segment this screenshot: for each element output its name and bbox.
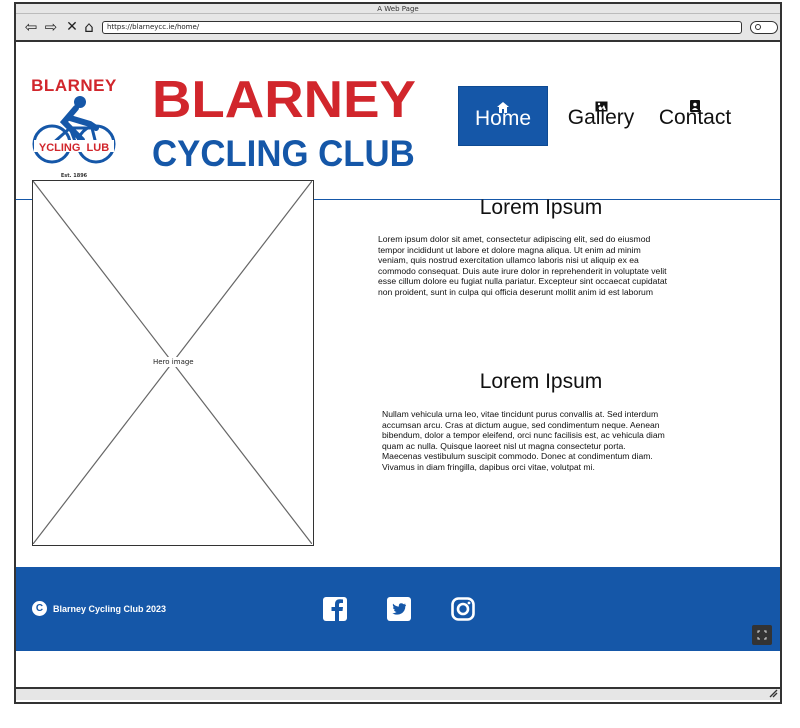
- search-field[interactable]: [750, 21, 778, 34]
- url-bar[interactable]: https://blarneycc.ie/home/: [102, 21, 742, 34]
- text-line: bibendum, dolor a tempor eleifend, orci …: [382, 430, 665, 441]
- browser-status-bar: [16, 687, 780, 700]
- text-line: accumsan arcu. Cras at dictum augue, sed…: [382, 419, 660, 430]
- club-logo[interactable]: BLARNEY YCLING LUB Est. 1896: [28, 76, 120, 186]
- window-title: A Web Page: [16, 4, 780, 14]
- fullscreen-button[interactable]: [752, 625, 772, 645]
- logo-ring-text: YCLING LUB: [38, 142, 110, 154]
- contact-card-icon: [650, 86, 740, 112]
- stop-icon[interactable]: ✕: [63, 18, 81, 36]
- text-line: Nullam vehicula urna leo, vitae tincidun…: [382, 409, 659, 419]
- text-line: esse cillum dolore eu fugiat nulla paria…: [378, 276, 668, 287]
- text-line: Maecenas vestibulum suscipit commodo. Do…: [382, 451, 653, 462]
- text-line: non proident, sunt in culpa qui officia …: [378, 286, 653, 297]
- text-line: Lorem ipsum dolor sit amet, consectetur …: [378, 234, 651, 244]
- nav-contact-label: Contact: [658, 106, 732, 129]
- search-icon: [755, 24, 761, 30]
- text-line: commodo consequat. Duis aute irure dolor…: [378, 265, 667, 276]
- forward-arrow-icon[interactable]: ⇨: [42, 18, 60, 36]
- site-header: BLARNEY YCLING LUB Est. 1896 BLARNEY CYC…: [16, 44, 780, 200]
- nav-contact[interactable]: Contact: [650, 86, 740, 146]
- nav-home-label: Home: [474, 107, 532, 130]
- home-icon: [459, 87, 547, 113]
- expand-icon: [757, 630, 767, 640]
- cyclist-logo-icon: [32, 96, 116, 164]
- logo-top-text: BLARNEY: [31, 76, 117, 95]
- nav-gallery[interactable]: Gallery: [556, 86, 646, 146]
- resize-grip-icon[interactable]: [768, 688, 778, 698]
- twitter-icon[interactable]: [386, 596, 412, 622]
- text-line: tempor incididunt ut labore et dolore ma…: [378, 244, 641, 255]
- browser-window: A Web Page ⇦ ⇨ ✕ ⌂ https://blarneycc.ie/…: [14, 2, 782, 704]
- section-body: Lorem ipsum dolor sit amet, consectetur …: [378, 234, 667, 298]
- copyright-text: Blarney Cycling Club 2023: [53, 603, 167, 614]
- brand-title: BLARNEY: [152, 71, 416, 129]
- text-line: veniam, quis nostrud exercitation ullamc…: [378, 255, 639, 266]
- hero-image: Hero image: [32, 180, 314, 546]
- section-heading: Lorem Ipsum: [479, 196, 603, 219]
- logo-established: Est. 1896: [60, 173, 88, 179]
- browser-toolbar: ⇦ ⇨ ✕ ⌂ https://blarneycc.ie/home/: [16, 14, 780, 42]
- text-line: Vivamus in diam fringilla, dapibus orci …: [382, 461, 595, 472]
- hero-label: Hero image: [151, 357, 196, 367]
- copyright-icon: C: [32, 601, 47, 616]
- nav-home[interactable]: Home: [458, 86, 548, 146]
- facebook-icon[interactable]: [322, 596, 348, 622]
- site-footer: C Blarney Cycling Club 2023: [16, 567, 780, 651]
- home-icon[interactable]: ⌂: [80, 18, 98, 36]
- text-line: quam ac nulla. Quisque laoreet nisl ut m…: [382, 440, 626, 451]
- brand-subtitle: CYCLING CLUB: [152, 133, 415, 174]
- section-body: Nullam vehicula urna leo, vitae tincidun…: [382, 409, 665, 473]
- image-icon: [556, 86, 646, 112]
- back-arrow-icon[interactable]: ⇦: [22, 18, 40, 36]
- nav-gallery-label: Gallery: [567, 106, 635, 129]
- instagram-icon[interactable]: [450, 596, 476, 622]
- copyright: C Blarney Cycling Club 2023: [32, 601, 166, 616]
- section-heading: Lorem Ipsum: [479, 370, 603, 393]
